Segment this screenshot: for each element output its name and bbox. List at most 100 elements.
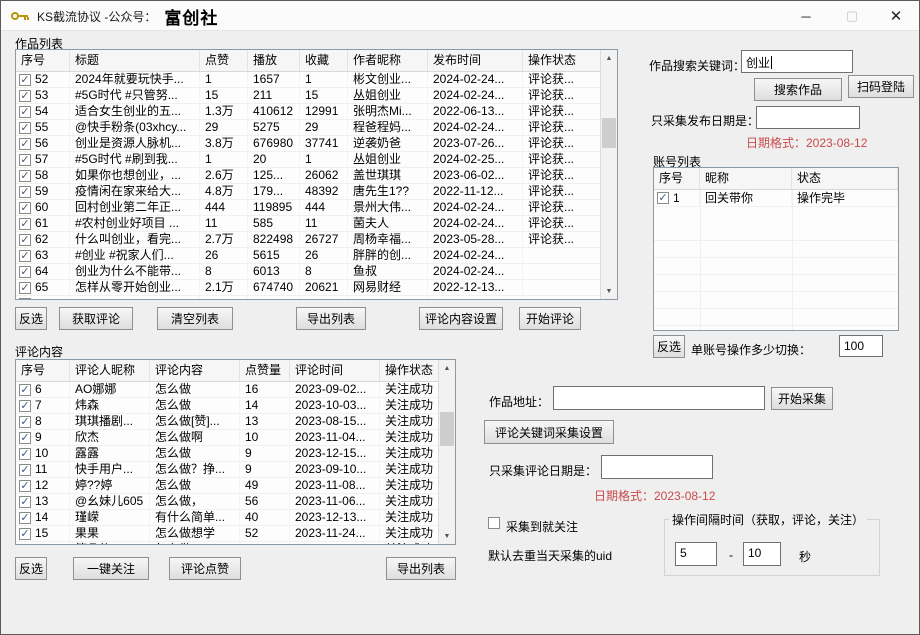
scroll-up-icon[interactable]: ▲ <box>439 360 455 376</box>
row-checkbox[interactable]: ✓ <box>19 400 31 412</box>
row-checkbox[interactable]: ✓ <box>19 234 31 246</box>
col-header-nick[interactable]: 昵称 <box>700 168 792 189</box>
comments-table-row[interactable]: ✓9 欣杰 怎么做啊 10 2023-11-04... 关注成功 <box>16 430 438 446</box>
comments-table-row[interactable]: ✓6 AO娜娜 怎么做 16 2023-09-02... 关注成功 <box>16 382 438 398</box>
col-header-time[interactable]: 评论时间 <box>290 360 380 381</box>
scrollbar-thumb[interactable] <box>602 118 616 148</box>
comments-table-row[interactable]: ✓14 瑾嵘 有什么简单... 40 2023-12-13... 关注成功 <box>16 510 438 526</box>
comment-content-settings-button[interactable]: 评论内容设置 <box>419 307 503 330</box>
col-header-content[interactable]: 评论内容 <box>150 360 240 381</box>
col-header-index[interactable]: 序号 <box>16 50 70 71</box>
works-table-row[interactable]: ✓61 #农村创业好项目 ... 11 585 11 菌夫人 2024-02-2… <box>16 216 600 232</box>
works-table-row[interactable]: ✓57 #5G时代 #刷到我... 1 20 1 丛姐创业 2024-02-25… <box>16 152 600 168</box>
comments-table-row[interactable]: ✓16 第凡信 怎么做 24 2024-01-07... 关注成功 <box>16 542 438 544</box>
works-table-row[interactable]: ✓63 #创业 #祝家人们... 26 5615 26 胖胖的创... 2024… <box>16 248 600 264</box>
works-table-row[interactable]: ✓ <box>16 296 600 299</box>
works-table-row[interactable]: ✓65 怎样从零开始创业... 2.1万 674740 20621 网易财经 2… <box>16 280 600 296</box>
comments-table-header[interactable]: 序号 评论人昵称 评论内容 点赞量 评论时间 操作状态 <box>16 360 455 382</box>
export-works-button[interactable]: 导出列表 <box>296 307 366 330</box>
follow-all-button[interactable]: 一键关注 <box>73 557 149 580</box>
works-table-row[interactable]: ✓58 如果你也想创业，... 2.6万 125... 26062 盖世琪琪 2… <box>16 168 600 184</box>
comments-invert-button[interactable]: 反选 <box>15 557 47 580</box>
start-comment-button[interactable]: 开始评论 <box>519 307 581 330</box>
like-comments-button[interactable]: 评论点赞 <box>169 557 241 580</box>
minimize-button[interactable]: ─ <box>785 1 827 31</box>
scrollbar-thumb[interactable] <box>440 412 454 446</box>
row-checkbox[interactable]: ✓ <box>19 74 31 86</box>
account-invert-button[interactable]: 反选 <box>653 335 685 358</box>
row-checkbox[interactable]: ✓ <box>19 250 31 262</box>
row-checkbox[interactable]: ✓ <box>19 106 31 118</box>
works-table-row[interactable]: ✓52 2024年就要玩快手... 1 1657 1 彬文创业... 2024-… <box>16 72 600 88</box>
col-header-title[interactable]: 标题 <box>70 50 200 71</box>
row-checkbox[interactable]: ✓ <box>19 544 31 545</box>
col-header-nick[interactable]: 评论人昵称 <box>70 360 150 381</box>
comments-table-row[interactable]: ✓11 快手用户... 怎么做？挣... 9 2023-09-10... 关注成… <box>16 462 438 478</box>
comment-keyword-settings-button[interactable]: 评论关键词采集设置 <box>484 420 614 444</box>
comments-table-row[interactable]: ✓10 露露 怎么做 9 2023-12-15... 关注成功 <box>16 446 438 462</box>
row-checkbox[interactable]: ✓ <box>19 496 31 508</box>
account-table-header[interactable]: 序号 昵称 状态 <box>654 168 898 190</box>
works-table-row[interactable]: ✓54 适合女生创业的五... 1.3万 410612 12991 张明杰Mi.… <box>16 104 600 120</box>
row-checkbox[interactable]: ✓ <box>19 122 31 134</box>
interval-to-input[interactable]: 10 <box>743 542 781 566</box>
works-table-row[interactable]: ✓56 创业是资源人脉机... 3.8万 676980 37741 逆袭奶爸 2… <box>16 136 600 152</box>
comments-table-row[interactable]: ✓8 琪琪播剧... 怎么做[赞]... 13 2023-08-15... 关注… <box>16 414 438 430</box>
col-header-likes[interactable]: 点赞量 <box>240 360 290 381</box>
works-table-row[interactable]: ✓53 #5G时代 #只管努... 15 211 15 丛姐创业 2024-02… <box>16 88 600 104</box>
clear-list-button[interactable]: 清空列表 <box>157 307 233 330</box>
comments-table-row[interactable]: ✓13 @幺妹儿605 怎么做， 56 2023-11-06... 关注成功 <box>16 494 438 510</box>
works-table-row[interactable]: ✓62 什么叫创业，看完... 2.7万 822498 26727 周杨幸福..… <box>16 232 600 248</box>
col-header-index[interactable]: 序号 <box>654 168 700 189</box>
row-checkbox[interactable]: ✓ <box>19 154 31 166</box>
close-button[interactable]: ✕ <box>875 1 917 31</box>
row-checkbox[interactable]: ✓ <box>19 448 31 460</box>
row-checkbox[interactable]: ✓ <box>19 218 31 230</box>
follow-on-collect-checkbox[interactable] <box>488 517 500 529</box>
account-switch-input[interactable]: 100 <box>839 335 883 357</box>
scroll-up-icon[interactable]: ▲ <box>601 50 617 66</box>
scroll-down-icon[interactable]: ▼ <box>439 528 455 544</box>
works-table-row[interactable]: ✓60 回村创业第二年正... 444 119895 444 景州大伟... 2… <box>16 200 600 216</box>
row-checkbox[interactable]: ✓ <box>19 170 31 182</box>
works-scrollbar[interactable]: ▲ ▼ <box>600 50 617 299</box>
row-checkbox[interactable]: ✓ <box>19 90 31 102</box>
col-header-favs[interactable]: 收藏 <box>300 50 348 71</box>
col-header-author[interactable]: 作者昵称 <box>348 50 428 71</box>
comments-table-row[interactable]: ✓12 婷??婷 怎么做 49 2023-11-08... 关注成功 <box>16 478 438 494</box>
row-checkbox[interactable]: ✓ <box>19 432 31 444</box>
col-header-status[interactable]: 操作状态 <box>523 50 601 71</box>
works-table-row[interactable]: ✓59 疫情闲在家来给大... 4.8万 179... 48392 唐先生1??… <box>16 184 600 200</box>
qr-login-button[interactable]: 扫码登陆 <box>848 75 914 98</box>
row-checkbox[interactable]: ✓ <box>19 512 31 524</box>
works-table-row[interactable]: ✓55 @快手粉条(03xhcy... 29 5275 29 程爸程妈... 2… <box>16 120 600 136</box>
works-table-row[interactable]: ✓64 创业为什么不能带... 8 6013 8 鱼叔 2024-02-24..… <box>16 264 600 280</box>
search-works-button[interactable]: 搜索作品 <box>754 78 842 101</box>
row-checkbox[interactable]: ✓ <box>19 186 31 198</box>
row-checkbox[interactable]: ✓ <box>19 480 31 492</box>
row-checkbox[interactable]: ✓ <box>19 298 31 300</box>
row-checkbox[interactable]: ✓ <box>19 528 31 540</box>
works-invert-button[interactable]: 反选 <box>15 307 47 330</box>
interval-from-input[interactable]: 5 <box>675 542 717 566</box>
account-table-row[interactable]: ✓1 回关带你 操作完毕 <box>654 190 898 207</box>
works-table-header[interactable]: 序号 标题 点赞 播放 收藏 作者昵称 发布时间 操作状态 <box>16 50 617 72</box>
work-address-input[interactable] <box>553 386 765 410</box>
scroll-down-icon[interactable]: ▼ <box>601 283 617 299</box>
col-header-plays[interactable]: 播放 <box>248 50 300 71</box>
row-checkbox[interactable]: ✓ <box>19 202 31 214</box>
col-header-likes[interactable]: 点赞 <box>200 50 248 71</box>
comments-table-row[interactable]: ✓15 果果 怎么做想学 52 2023-11-24... 关注成功 <box>16 526 438 542</box>
row-checkbox[interactable]: ✓ <box>19 416 31 428</box>
col-header-index[interactable]: 序号 <box>16 360 70 381</box>
row-checkbox[interactable]: ✓ <box>19 464 31 476</box>
row-checkbox[interactable]: ✓ <box>19 138 31 150</box>
col-header-date[interactable]: 发布时间 <box>428 50 523 71</box>
row-checkbox[interactable]: ✓ <box>19 384 31 396</box>
row-checkbox[interactable]: ✓ <box>19 266 31 278</box>
export-comments-button[interactable]: 导出列表 <box>386 557 456 580</box>
comment-date-input[interactable] <box>601 455 713 479</box>
publish-date-input[interactable] <box>756 106 860 129</box>
col-header-status[interactable]: 操作状态 <box>380 360 440 381</box>
col-header-status[interactable]: 状态 <box>792 168 898 189</box>
